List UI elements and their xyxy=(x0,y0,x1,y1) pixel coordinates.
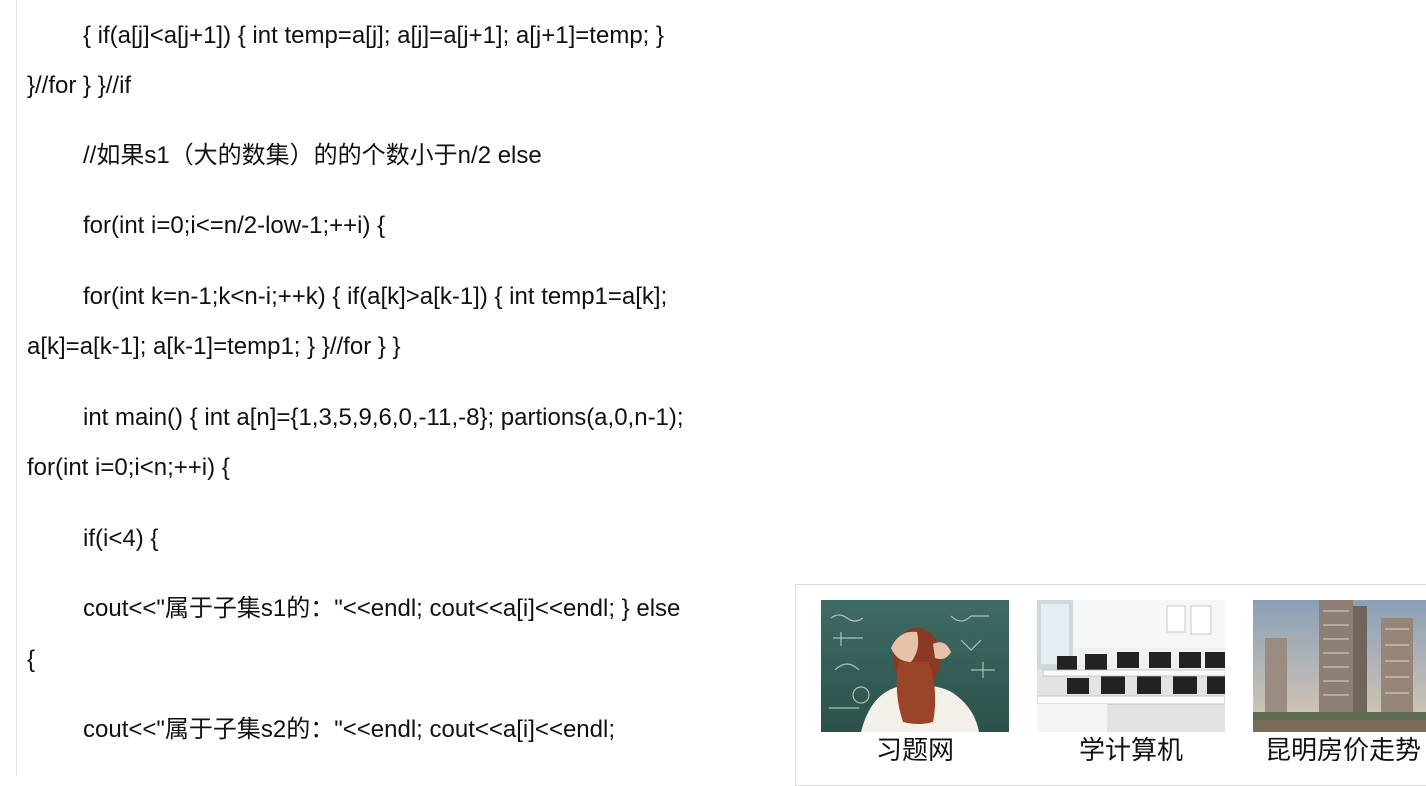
computer-lab-photo[interactable] xyxy=(1037,600,1225,732)
code-line-7: int main() { int a[n]={1,3,5,9,6,0,-11,-… xyxy=(83,404,684,431)
rec-card-exercises[interactable]: 习题网 xyxy=(821,600,1009,768)
rec-caption-housing[interactable]: 昆明房价走势 xyxy=(1253,734,1426,768)
student-chalkboard-photo[interactable] xyxy=(821,600,1009,732)
recommendation-panel: 习题网 学计算机 昆明房价走势 xyxy=(795,584,1426,786)
rec-caption-exercises[interactable]: 习题网 xyxy=(821,734,1009,768)
code-line-8: for(int i=0;i<n;++i) { xyxy=(27,454,230,481)
code-line-1: { if(a[j]<a[j+1]) { int temp=a[j]; a[j]=… xyxy=(83,22,665,49)
content-left-border xyxy=(16,0,17,776)
code-line-2: }//for } }//if xyxy=(27,72,132,99)
highrise-buildings-photo[interactable] xyxy=(1253,600,1426,732)
code-line-10: cout<<"属于子集s1的："<<endl; cout<<a[i]<<endl… xyxy=(83,595,681,622)
code-line-12: cout<<"属于子集s2的："<<endl; cout<<a[i]<<endl… xyxy=(83,716,616,743)
rec-card-housing[interactable]: 昆明房价走势 xyxy=(1253,600,1426,768)
rec-card-computer[interactable]: 学计算机 xyxy=(1037,600,1225,768)
code-line-9: if(i<4) { xyxy=(83,525,159,552)
code-line-4: for(int i=0;i<=n/2-low-1;++i) { xyxy=(83,212,386,239)
rec-caption-computer[interactable]: 学计算机 xyxy=(1037,734,1225,768)
code-comment-line: //如果s1（大的数集）的的个数小于n/2 else xyxy=(83,142,542,169)
code-line-6: a[k]=a[k-1]; a[k-1]=temp1; } }//for } } xyxy=(27,333,401,360)
code-line-11: { xyxy=(27,646,36,673)
code-line-5: for(int k=n-1;k<n-i;++k) { if(a[k]>a[k-1… xyxy=(83,283,668,310)
